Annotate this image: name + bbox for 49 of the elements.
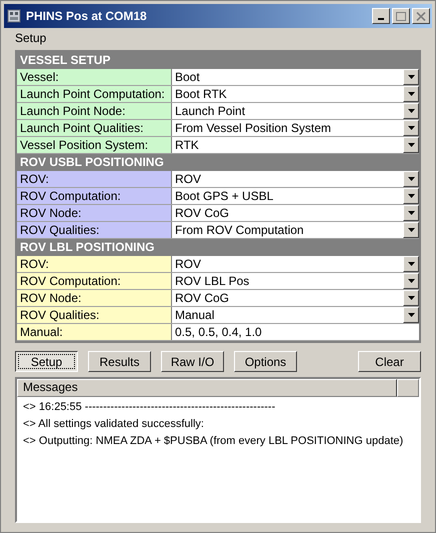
message-line: <> All settings validated successfully:	[23, 417, 204, 432]
field-label: ROV Node:	[17, 290, 172, 306]
tab[interactable]: Raw I/O	[161, 351, 224, 372]
field-label: ROV Computation:	[17, 273, 172, 289]
close-icon	[416, 12, 426, 20]
field-label: ROV Qualities:	[17, 307, 172, 323]
maximize-button[interactable]	[392, 8, 410, 24]
tab[interactable]: Setup	[15, 351, 78, 372]
field-label: Launch Point Node:	[17, 103, 172, 119]
section-header: ROV USBL POSITIONING	[17, 154, 419, 171]
clear-button[interactable]: Clear	[358, 351, 421, 372]
section-header: ROV LBL POSITIONING	[17, 239, 419, 256]
field-label: Vessel Position System:	[17, 137, 172, 153]
message-line: <> 16:25:55 ----------------------------------------------------	[23, 400, 276, 415]
caret-icon	[408, 92, 414, 96]
column-header[interactable]	[397, 379, 419, 397]
field-label: ROV:	[17, 171, 172, 187]
field-label: Launch Point Qualities:	[17, 120, 172, 136]
field-label: ROV Node:	[17, 205, 172, 221]
caret-icon	[408, 211, 414, 215]
minimize-icon	[378, 18, 384, 20]
app-icon	[6, 8, 22, 24]
field-label: Manual:	[17, 324, 172, 340]
column-header[interactable]: Messages	[17, 379, 397, 397]
field-label: Vessel:	[17, 69, 172, 85]
caret-icon	[408, 194, 414, 198]
field-label: Launch Point Computation:	[17, 86, 172, 102]
tab[interactable]: Results	[88, 351, 151, 372]
section-header: VESSEL SETUP	[17, 52, 419, 69]
caret-icon	[408, 279, 414, 283]
caret-icon	[408, 228, 414, 232]
message-line: <> Outputting: NMEA ZDA + $PUSBA (from every LBL POSITIONING update)	[23, 434, 404, 449]
caret-icon	[408, 143, 414, 147]
minimize-button[interactable]	[372, 8, 390, 24]
caret-icon	[408, 262, 414, 266]
caret-icon	[408, 177, 414, 181]
field-label: ROV:	[17, 256, 172, 272]
caret-icon	[408, 296, 414, 300]
caret-icon	[408, 109, 414, 113]
caret-icon	[408, 126, 414, 130]
close-button[interactable]	[412, 8, 430, 24]
field-label: ROV Qualities:	[17, 222, 172, 238]
tab[interactable]: Options	[234, 351, 297, 372]
caret-icon	[408, 313, 414, 317]
menu-item[interactable]: Setup	[15, 29, 46, 47]
field-label: ROV Computation:	[17, 188, 172, 204]
maximize-icon	[396, 12, 406, 20]
window-title: PHINS Pos at COM18	[26, 8, 148, 25]
caret-icon	[408, 75, 414, 79]
